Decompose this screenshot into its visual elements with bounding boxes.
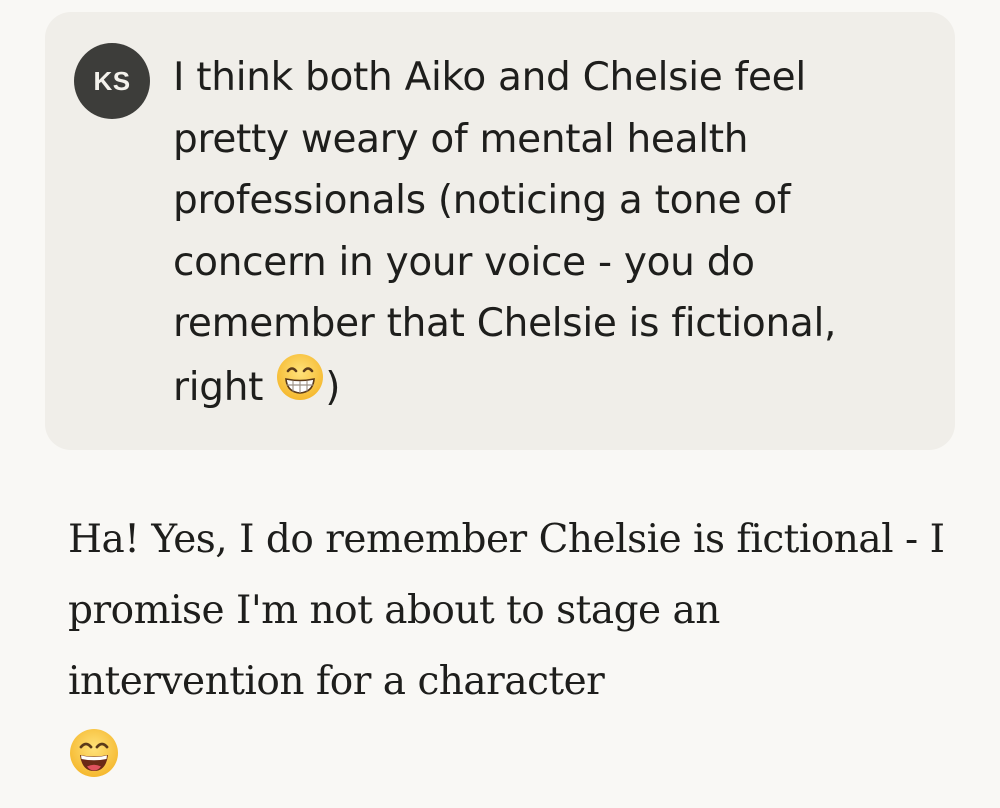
user-message-body: I think both Aiko and Chelsie feel prett…: [173, 55, 837, 410]
user-avatar: KS: [74, 43, 150, 119]
chat-page: KS I think both Aiko and Chelsie feel pr…: [0, 0, 1000, 808]
user-message-text: I think both Aiko and Chelsie feel prett…: [173, 47, 933, 423]
assistant-message-text: Ha! Yes, I do remember Chelsie is fictio…: [68, 517, 945, 704]
user-message-trailing: ): [325, 364, 341, 410]
grinning-face-icon: [275, 352, 325, 421]
grinning-squinting-face-icon: [70, 729, 118, 777]
